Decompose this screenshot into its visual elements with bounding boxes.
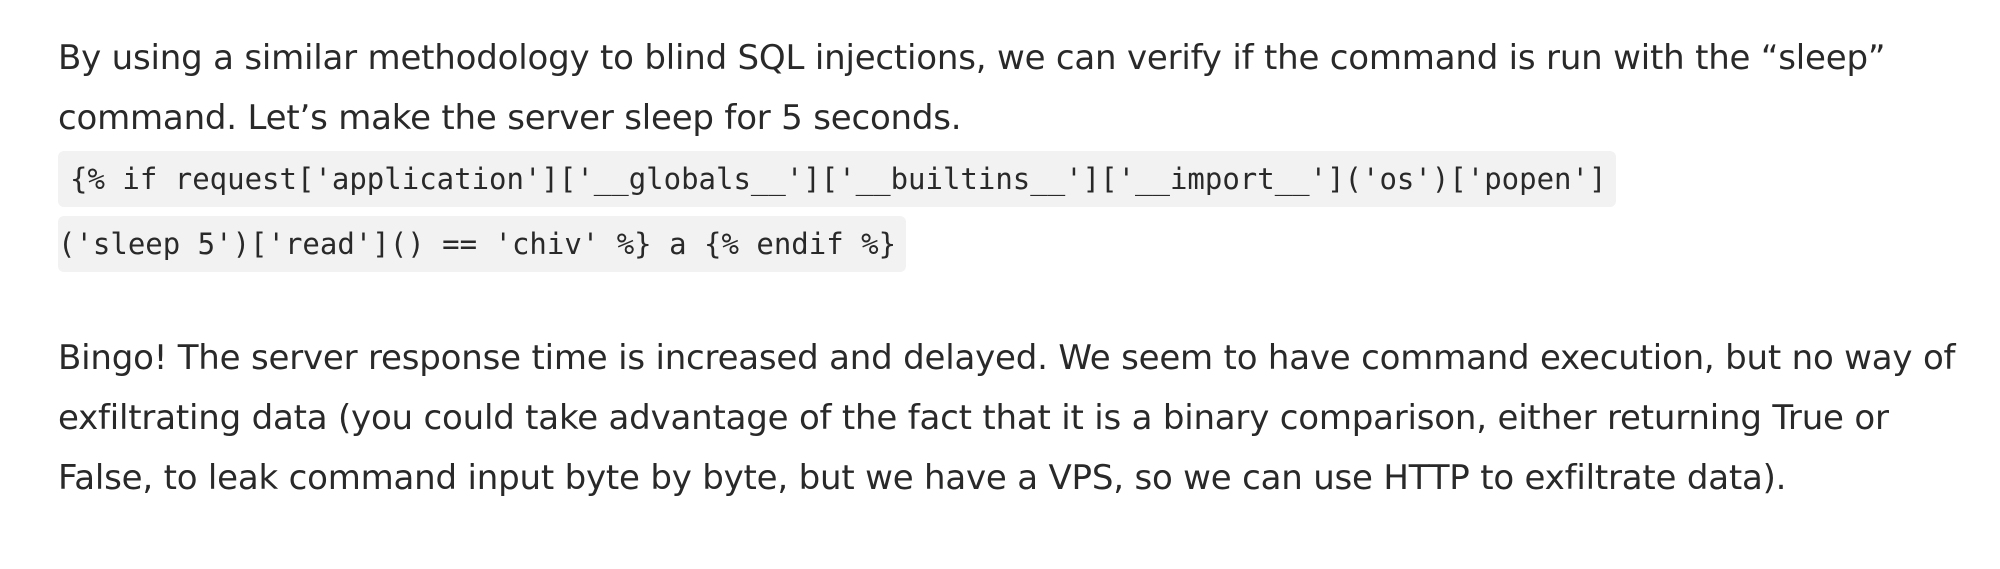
code-line-2: ('sleep 5')['read']() == 'chiv' %} a {% … [58, 216, 907, 272]
code-line-1: {% if request['application']['__globals_… [58, 151, 1617, 207]
paragraph-intro: By using a similar methodology to blind … [58, 38, 1886, 138]
inline-code-snippet: {% if request['application']['__globals_… [58, 148, 1938, 278]
article-body: By using a similar methodology to blind … [58, 28, 1958, 508]
paragraph-result: Bingo! The server response time is incre… [58, 338, 1956, 498]
